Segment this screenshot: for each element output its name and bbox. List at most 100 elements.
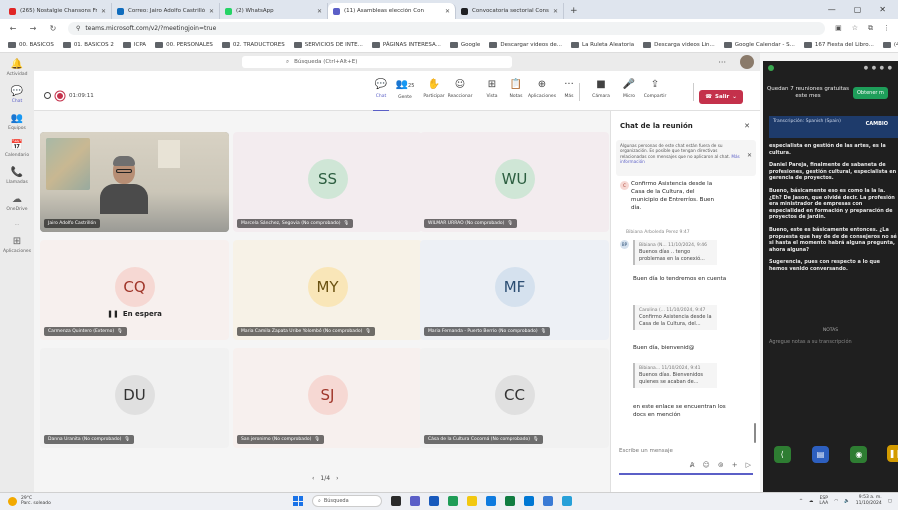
notes-input[interactable]: Agregue notas a su transcripción	[769, 339, 894, 345]
rail-item[interactable]: ...	[0, 221, 34, 227]
rail-item[interactable]: ☁ OneDrive	[0, 194, 34, 212]
toolbar-micro-button[interactable]: 🎤 Micro	[615, 79, 643, 99]
close-tab-icon[interactable]: ✕	[553, 8, 558, 15]
new-tab-button[interactable]: +	[564, 3, 584, 19]
rail-item[interactable]: 📅 Calendario	[0, 140, 34, 158]
menu-icon[interactable]: ⋮	[883, 24, 890, 32]
clock[interactable]: 9:53 a. m. 11/10/2024	[856, 495, 882, 507]
quoted-message[interactable]: Bibiana... 11/10/2024, 9:41 Buenos días.…	[633, 363, 717, 388]
change-language-button[interactable]: CAMBIO	[866, 121, 888, 127]
participant-tile[interactable]: CQ ❚❚ En espera Carmenza Quintero (Externo)…	[40, 240, 229, 340]
bookmark-item[interactable]: 00. PERSONALES	[155, 41, 213, 48]
teams-app-icon[interactable]	[410, 496, 420, 506]
toolbar-aplicaciones-button[interactable]: ⊕ Aplicaciones	[528, 79, 556, 99]
share-icon[interactable]: ⟨	[773, 445, 791, 463]
browser-tab[interactable]: (2) WhatsApp ✕	[220, 3, 328, 19]
outlook-app-icon[interactable]	[524, 496, 534, 506]
rail-item[interactable]: 📞 Llamadas	[0, 167, 34, 185]
close-tab-icon[interactable]: ✕	[209, 8, 214, 15]
bookmark-item[interactable]: SERVICIOS DE INTE...	[293, 41, 363, 48]
task-view-icon[interactable]	[391, 496, 401, 506]
participant-tile[interactable]: MY Maria Camila Zapata Uribe Yolombó (No …	[233, 240, 422, 340]
browser-tab[interactable]: (265) Nostalgie Chansons Fran ✕	[4, 3, 112, 19]
close-tab-icon[interactable]: ✕	[101, 8, 106, 15]
language-indicator[interactable]: ESP LAA	[819, 496, 828, 506]
bookmark-item[interactable]: Google Calendar - S...	[723, 41, 795, 48]
prev-page-icon[interactable]: ‹	[312, 475, 314, 482]
participant-tile[interactable]: Jairo Adolfo Castrillón	[40, 132, 229, 232]
close-window-icon[interactable]: ✕	[879, 5, 886, 14]
site-info-icon[interactable]: ⚲	[76, 25, 80, 32]
windows-start-icon[interactable]	[293, 496, 303, 506]
rail-item[interactable]: 🔔 Actividad	[0, 59, 34, 77]
user-avatar[interactable]	[740, 55, 754, 69]
chevron-down-icon[interactable]: ⌄	[732, 94, 737, 100]
toolbar-gente-button[interactable]: 👥25 Gente	[391, 79, 419, 100]
bookmark-item[interactable]: 167 Fiesta del Libro...	[803, 41, 874, 48]
forward-icon[interactable]: →	[28, 24, 38, 33]
close-tab-icon[interactable]: ✕	[445, 8, 450, 15]
quoted-message[interactable]: Bibiana (N... 11/10/2024, 9:46 Buenos dí…	[633, 240, 717, 265]
format-icon[interactable]: A̷	[690, 461, 695, 469]
participant-tile[interactable]: DU Danna Uranita (No comprobado) 🎙	[40, 348, 229, 448]
toolbar-compartir-button[interactable]: ⇪ Compartir	[641, 79, 669, 99]
toolbar-reaccionar-button[interactable]: ☺ Reaccionar	[446, 79, 474, 99]
participant-tile[interactable]: SJ San jeronimo (No comprobado) 🎙	[233, 348, 422, 448]
dismiss-notice-icon[interactable]: ✕	[747, 152, 752, 158]
bookmark-star-icon[interactable]: ☆	[852, 24, 858, 32]
bookmark-item[interactable]: 01. BASICOS 2	[62, 41, 114, 48]
send-icon[interactable]: ▷	[746, 461, 751, 469]
browser-tab[interactable]: Convocatoria sectorial Consejo ✕	[456, 3, 564, 19]
panel-controls-icon[interactable]: ● ● ● ●	[864, 65, 893, 71]
weather-widget[interactable]: 29°C Parc. soleado	[8, 496, 51, 506]
reload-icon[interactable]: ↻	[48, 24, 58, 33]
message-input[interactable]	[619, 448, 739, 454]
participant-tile[interactable]: CC Cása de la Cultura Cocorná (No comprob…	[420, 348, 609, 448]
camera-icon[interactable]: ◉	[850, 445, 868, 463]
close-tab-icon[interactable]: ✕	[317, 8, 322, 15]
word-app-icon[interactable]	[429, 496, 439, 506]
chrome-app-icon[interactable]	[448, 496, 458, 506]
wifi-icon[interactable]: ◠	[834, 499, 838, 504]
search-input[interactable]: ⌕ Búsqueda (Ctrl+Alt+E)	[242, 56, 512, 68]
close-chat-icon[interactable]: ✕	[744, 122, 750, 130]
bookmark-item[interactable]: PÁGINAS INTERESA...	[371, 41, 441, 48]
next-page-icon[interactable]: ›	[336, 475, 338, 482]
extensions-icon[interactable]: ⧉	[868, 24, 873, 33]
minimize-icon[interactable]: —	[828, 5, 836, 14]
more-options-icon[interactable]: ···	[718, 58, 726, 67]
quoted-message[interactable]: Carolina (... 11/10/2024, 9:47 Confirmo …	[633, 305, 717, 330]
edge-app-icon[interactable]	[486, 496, 496, 506]
bookmark-item[interactable]: ICPA	[122, 41, 146, 48]
bookmark-item[interactable]: Descargar videos de...	[489, 41, 562, 48]
browser-tab[interactable]: Correo: Jairo Adolfo Castrillón ✕	[112, 3, 220, 19]
emoji-icon[interactable]: ☺	[703, 461, 710, 469]
rail-item[interactable]: ⊞ Aplicaciones	[0, 236, 34, 254]
plus-icon[interactable]: +	[732, 461, 738, 469]
toolbar-participar-button[interactable]: ✋ Participar	[420, 79, 448, 99]
notifications-icon[interactable]: ▢	[888, 499, 892, 504]
bookmark-item[interactable]: La Ruleta Aleatoria	[571, 41, 634, 48]
toolbar-cámara-button[interactable]: ■ Cámara	[587, 79, 615, 99]
participant-tile[interactable]: MF Maria Fernanda - Puerto Berrío (No com…	[420, 240, 609, 340]
app-icon[interactable]	[562, 496, 572, 506]
maximize-icon[interactable]: ▢	[854, 5, 862, 14]
store-app-icon[interactable]	[543, 496, 553, 506]
participant-tile[interactable]: SS Marcela Sánchez, Segovia (No comprobad…	[233, 132, 422, 232]
attach-icon[interactable]: ⊚	[718, 461, 724, 469]
cloud-icon[interactable]: ☁	[809, 499, 814, 504]
chat-messages[interactable]: C Confirmo Asistencia desde la Casa de l…	[611, 177, 761, 447]
taskbar-search[interactable]: ⌕ Búsqueda	[312, 495, 382, 507]
bookmark-item[interactable]: Google	[449, 41, 480, 48]
rail-item[interactable]: 💬 Chat	[0, 86, 34, 104]
promo-button[interactable]: Obtener m	[853, 87, 888, 99]
file-explorer-icon[interactable]	[467, 496, 477, 506]
bookmark-item[interactable]: 02. TRADUCTORES	[221, 41, 285, 48]
pause-icon[interactable]: ❚❚	[887, 445, 898, 462]
url-field[interactable]: ⚲ teams.microsoft.com/v2/?meetingjoin=tr…	[68, 21, 826, 35]
browser-tab[interactable]: (11) Asambleas elección Con ✕	[328, 3, 456, 19]
bookmark-item[interactable]: (426) Nostalgie Ch...	[882, 41, 898, 48]
rail-item[interactable]: 👥 Equipos	[0, 113, 34, 131]
excel-app-icon[interactable]	[505, 496, 515, 506]
leave-button[interactable]: ☎ Salir ⌄	[699, 90, 743, 104]
